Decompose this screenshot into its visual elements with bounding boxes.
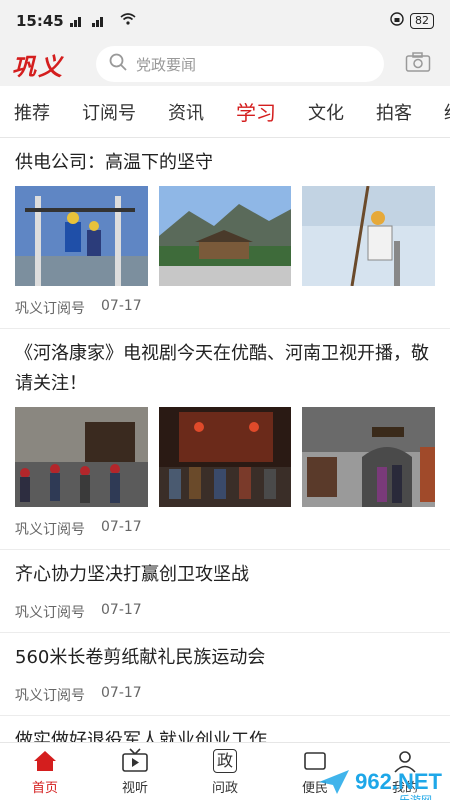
tab-recommend[interactable]: 推荐 [14, 99, 50, 125]
signal-icon [69, 15, 114, 27]
article-title: 齐心协力坚决打赢创卫攻坚战 [15, 564, 249, 585]
list-item[interactable]: 《河洛康家》电视剧今天在优酷、河南卫视开播，敬请关注！ 巩义订阅号 07-17 [0, 329, 450, 550]
article-image[interactable] [302, 407, 436, 507]
politics-icon: 政 [212, 747, 237, 775]
tab-news[interactable]: 资讯 [168, 99, 204, 125]
article-meta: 巩义订阅号 07-17 [15, 298, 435, 318]
article-meta: 巩义订阅号 07-17 [15, 602, 435, 622]
article-image[interactable] [15, 186, 148, 286]
article-image[interactable] [158, 407, 292, 507]
status-time: 15:45 [16, 12, 64, 30]
article-images [15, 407, 436, 507]
article-date: 07-17 [101, 519, 142, 535]
article-date: 07-17 [101, 602, 142, 618]
status-left: 15:45 [16, 12, 136, 30]
article-title: 供电公司：高温下的坚守 [15, 152, 213, 173]
battery-indicator: 82 [410, 13, 434, 29]
article-source: 巩义订阅号 [15, 301, 85, 317]
nav-label: 问政 [211, 781, 238, 796]
article-images [15, 186, 436, 286]
article-image[interactable] [302, 186, 436, 286]
article-title: 《河洛康家》电视剧今天在优酷、河南卫视开播，敬请关注！ [15, 343, 429, 394]
article-image[interactable] [15, 407, 148, 507]
tab-culture[interactable]: 文化 [308, 99, 344, 125]
list-item[interactable]: 齐心协力坚决打赢创卫攻坚战 巩义订阅号 07-17 [0, 550, 450, 633]
article-date: 07-17 [101, 685, 142, 701]
search-bar[interactable]: 党政要闻 [96, 46, 384, 82]
article-meta: 巩义订阅号 07-17 [15, 685, 435, 705]
service-icon [302, 747, 328, 775]
article-source: 巩义订阅号 [15, 522, 85, 538]
news-feed: 供电公司：高温下的坚守 巩义订阅号 07-17 《河洛康家》电视剧今天在优酷、河… [0, 138, 450, 748]
nav-media[interactable]: 视听 [90, 743, 180, 800]
search-placeholder: 党政要闻 [136, 55, 197, 74]
camera-icon [405, 51, 431, 77]
category-tabs: 推荐 订阅号 资讯 学习 文化 拍客 经济 [0, 86, 450, 138]
status-bar: 15:45 82 [0, 0, 450, 42]
tab-study[interactable]: 学习 [236, 97, 276, 126]
nav-politics[interactable]: 政 问政 [180, 743, 270, 800]
search-icon [108, 52, 128, 76]
lock-icon [390, 12, 404, 30]
nav-label: 我的 [391, 781, 418, 796]
nav-label: 首页 [31, 781, 58, 796]
article-title: 560米长卷剪纸献礼民族运动会 [15, 647, 266, 668]
tab-subscriptions[interactable]: 订阅号 [82, 99, 136, 125]
nav-label: 视听 [121, 781, 148, 796]
tab-economy[interactable]: 经济 [444, 99, 450, 125]
list-item[interactable]: 560米长卷剪纸献礼民族运动会 巩义订阅号 07-17 [0, 633, 450, 716]
status-right: 82 [390, 12, 434, 30]
nav-label: 便民 [301, 781, 328, 796]
nav-profile[interactable]: 我的 [360, 743, 450, 800]
article-meta: 巩义订阅号 07-17 [15, 519, 435, 539]
tv-icon [121, 747, 149, 775]
app-header: 巩义 党政要闻 [0, 42, 450, 86]
politics-glyph: 政 [212, 749, 237, 773]
camera-button[interactable] [398, 51, 438, 77]
nav-service[interactable]: 便民 [270, 743, 360, 800]
bottom-nav: 首页 视听 政 问政 便民 我的 [0, 742, 450, 800]
list-item[interactable]: 供电公司：高温下的坚守 巩义订阅号 07-17 [0, 138, 450, 329]
article-image[interactable] [158, 186, 292, 286]
home-icon [32, 747, 58, 775]
article-source: 巩义订阅号 [15, 605, 85, 621]
user-icon [392, 747, 418, 775]
nav-home[interactable]: 首页 [0, 743, 90, 800]
app-logo[interactable]: 巩义 [12, 47, 82, 82]
article-date: 07-17 [101, 298, 142, 314]
wifi-icon [120, 13, 136, 29]
tab-photographer[interactable]: 拍客 [376, 99, 412, 125]
article-source: 巩义订阅号 [15, 688, 85, 704]
